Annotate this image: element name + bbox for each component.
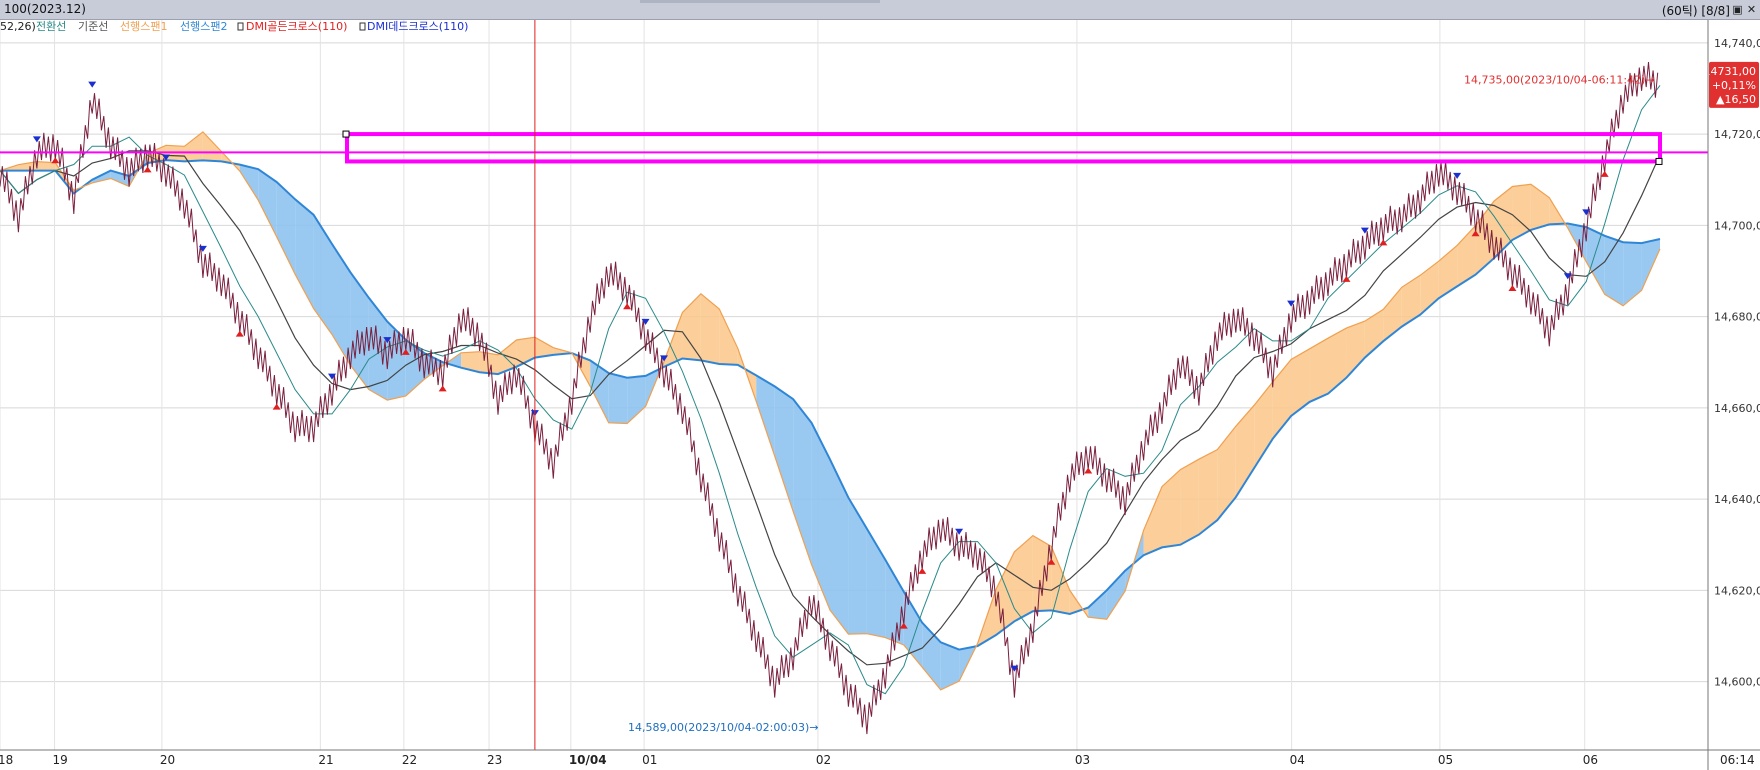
golden-cross-marker xyxy=(438,385,447,392)
tab-strip xyxy=(640,0,880,3)
legend-span1: 선행스팬1 xyxy=(120,20,167,33)
y-tick-label: 14,600,00 xyxy=(1714,676,1760,689)
ichimoku-chart[interactable]: 14,735,00(2023/10/04-06:11:42)→ 14,589,00… xyxy=(0,20,1760,770)
x-tick-label: 03 xyxy=(1075,753,1090,767)
box-handle xyxy=(342,130,350,138)
cloud-segment xyxy=(608,373,628,424)
cloud-segment xyxy=(719,309,738,365)
legend-params: 52,26) xyxy=(0,20,36,33)
golden-cross-marker xyxy=(235,330,244,337)
legend-span2: 선행스팬2 xyxy=(180,20,227,33)
x-tick-label: 19 xyxy=(53,753,68,767)
current-price-label: 14731,00 xyxy=(1704,65,1757,78)
current-price-label: ▲16,50 xyxy=(1716,93,1756,106)
cloud-segment xyxy=(1623,242,1642,306)
y-tick-label: 14,660,00 xyxy=(1714,402,1760,415)
cloud-segment xyxy=(1641,239,1660,291)
x-tick-label: 05 xyxy=(1438,753,1453,767)
cloud-segment xyxy=(830,459,849,635)
y-tick-label: 14,620,00 xyxy=(1714,584,1760,597)
cloud-segment xyxy=(1162,469,1181,548)
close-icon[interactable]: ✕ xyxy=(1745,3,1758,16)
golden-cross-marker xyxy=(1600,170,1609,177)
grid-lines xyxy=(0,20,1708,750)
cloud-segment xyxy=(848,497,867,635)
golden-cross-marker xyxy=(51,157,60,164)
x-tick-label: 22 xyxy=(402,753,417,767)
cloud-segment xyxy=(1291,348,1310,417)
cloud-segment xyxy=(1328,328,1347,394)
legend-golden-cross: DMI골든크로스(110) xyxy=(246,20,347,33)
window-titlebar: 100(2023.12) (60틱) [8/8] ▣ ✕ xyxy=(0,0,1760,20)
x-tick-label: 02 xyxy=(816,753,831,767)
legend-tenkan: 전환선 xyxy=(36,20,66,33)
legend-dead-icon xyxy=(359,22,366,31)
legend-dead-cross: DMI데드크로스(110) xyxy=(367,20,468,33)
tick-page-info: (60틱) [8/8] xyxy=(1661,4,1730,18)
cloud-segment xyxy=(774,386,794,512)
cloud-segment xyxy=(1494,186,1513,259)
golden-cross-marker xyxy=(1379,239,1388,246)
golden-cross-marker xyxy=(918,567,927,574)
cloud-segment xyxy=(1586,227,1605,295)
y-tick-label: 14,740,00 xyxy=(1714,37,1760,50)
cloud-segment xyxy=(627,375,646,424)
cloud-segment xyxy=(1346,321,1365,378)
cloud-segment xyxy=(1180,459,1199,545)
low-annotation: 14,589,00(2023/10/04-02:00:03)→ xyxy=(628,721,819,734)
drawing-overlays: 14,735,00(2023/10/04-06:11:42)→ 14,589,00… xyxy=(0,20,1759,750)
y-tick-label: 14,680,00 xyxy=(1714,311,1760,324)
cloud-segment xyxy=(1014,535,1033,622)
legend: 52,26) 전환선 기준선 선행스팬1 선행스팬2 DMI골든크로스(110)… xyxy=(0,20,468,33)
golden-cross-marker xyxy=(1508,284,1517,291)
x-tick-label: 01 xyxy=(642,753,657,767)
cloud-segment xyxy=(700,293,720,365)
legend-golden-icon xyxy=(237,22,244,31)
x-tick-label: 10/04 xyxy=(569,753,607,767)
x-tick-label: 04 xyxy=(1290,753,1305,767)
y-tick-label: 14,720,00 xyxy=(1714,128,1760,141)
maximize-icon[interactable]: ▣ xyxy=(1731,3,1744,16)
dead-cross-marker xyxy=(1582,209,1591,216)
golden-cross-marker xyxy=(1084,467,1093,474)
dead-cross-marker xyxy=(88,81,97,88)
cloud-segment xyxy=(202,131,222,162)
window-title: 100(2023.12) xyxy=(4,2,86,16)
cloud-segment xyxy=(756,375,775,456)
x-tick-label: 21 xyxy=(318,753,333,767)
cloud-segment xyxy=(184,131,203,162)
cloud-segment xyxy=(1217,426,1236,521)
y-tick-label: 14,640,00 xyxy=(1714,493,1760,506)
y-tick-label: 14,700,00 xyxy=(1714,219,1760,232)
x-tick-label: 23 xyxy=(487,753,502,767)
x-tick-label: 06:14 xyxy=(1720,753,1755,767)
golden-cross-marker xyxy=(143,166,152,173)
golden-cross-marker xyxy=(272,403,281,410)
x-tick-label: 20 xyxy=(160,753,175,767)
cloud-segment xyxy=(1401,275,1421,327)
cloud-segment xyxy=(811,422,830,611)
legend-kijun: 기준선 xyxy=(78,20,108,33)
magenta-box xyxy=(345,132,1662,164)
current-price-label: +0,11% xyxy=(1712,79,1756,92)
cloud-segment xyxy=(793,399,812,565)
cloud-segment xyxy=(166,145,185,162)
cloud-segment xyxy=(885,559,904,646)
high-annotation: 14,735,00(2023/10/04-06:11:42)→ xyxy=(1464,73,1655,86)
cloud-segment xyxy=(1143,486,1162,556)
golden-cross-marker xyxy=(623,303,632,310)
cloud-segment xyxy=(332,244,351,366)
box-handle xyxy=(1655,157,1663,165)
x-tick-label: 06 xyxy=(1583,753,1598,767)
x-tick-label: 18 xyxy=(0,753,13,767)
